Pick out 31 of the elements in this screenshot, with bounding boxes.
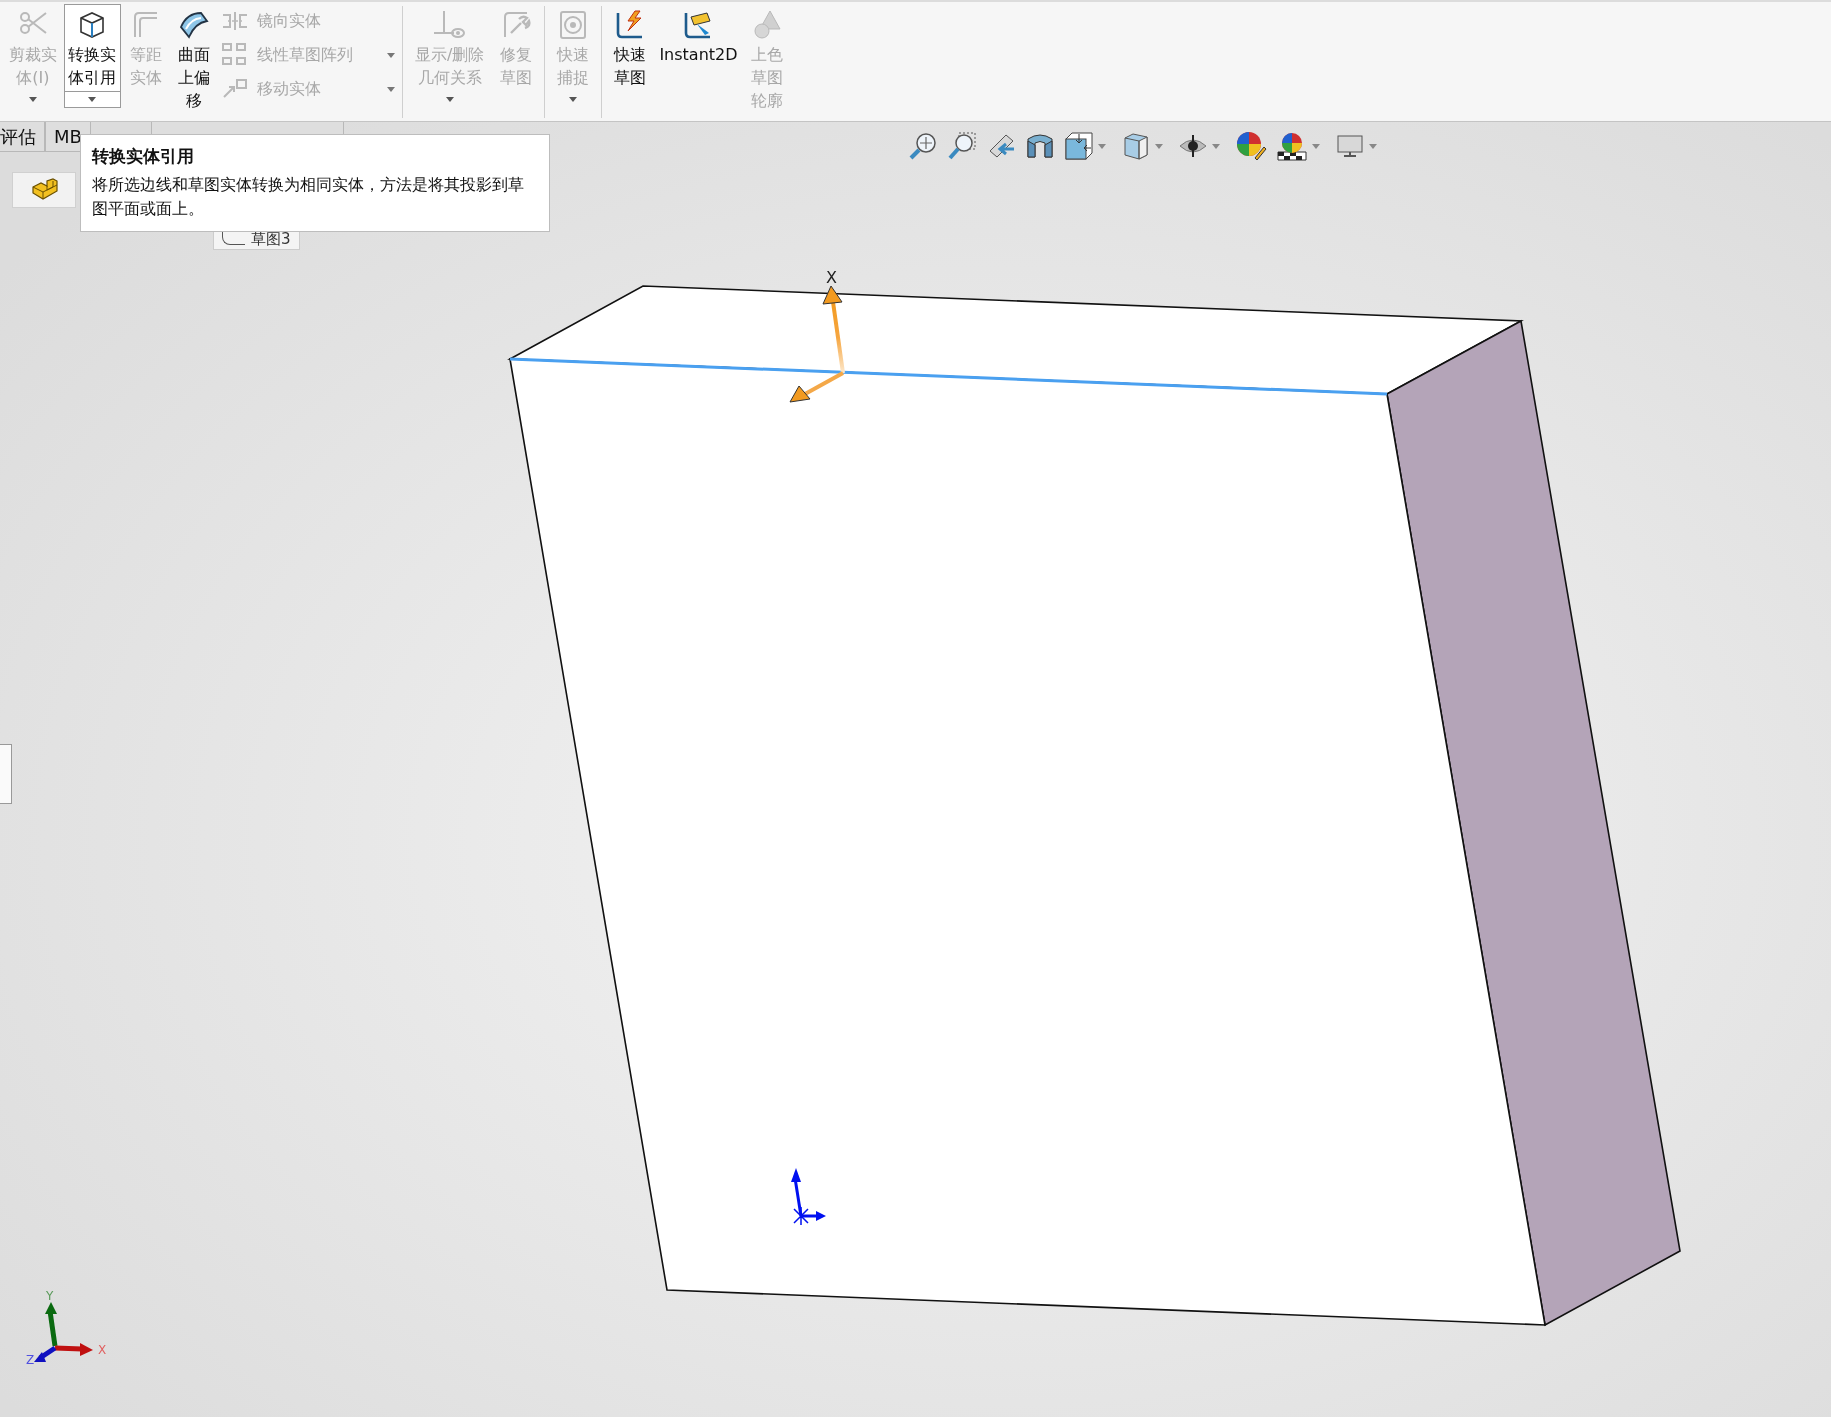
toolbar-button[interactable]: 快速草图 bbox=[608, 5, 653, 91]
axis-label: X bbox=[826, 268, 837, 287]
caret-icon[interactable] bbox=[1369, 143, 1377, 149]
view-orientation-icon[interactable] bbox=[1064, 131, 1094, 161]
caret-icon bbox=[28, 96, 37, 102]
tooltip-text: 将所选边线和草图实体转换为相同实体，方法是将其投影到草图平面或面上。 bbox=[92, 174, 525, 220]
toolbar-button[interactable]: 曲面上偏移 bbox=[172, 5, 217, 114]
caret-icon[interactable] bbox=[1155, 143, 1163, 149]
caret-icon bbox=[88, 97, 97, 102]
origin-icon bbox=[791, 1168, 826, 1226]
breadcrumb[interactable] bbox=[12, 172, 76, 208]
axis-label: X bbox=[98, 1343, 107, 1357]
zoom-to-fit-icon[interactable] bbox=[908, 131, 938, 161]
caret-icon[interactable] bbox=[1212, 143, 1220, 149]
mirror-icon bbox=[221, 10, 250, 32]
toolbar-button[interactable]: Instant2D bbox=[656, 5, 741, 68]
panel-handle[interactable] bbox=[0, 744, 12, 804]
axis-label: Z bbox=[26, 1353, 35, 1367]
appearance-icon[interactable] bbox=[1235, 130, 1267, 162]
caret-icon bbox=[569, 96, 578, 102]
caret-icon bbox=[445, 96, 454, 102]
zoom-area-icon[interactable] bbox=[947, 131, 977, 161]
caret-icon[interactable] bbox=[1312, 143, 1320, 149]
section-view-icon[interactable] bbox=[1025, 131, 1055, 161]
triad-drawing bbox=[34, 1302, 93, 1362]
move-icon bbox=[221, 78, 250, 100]
caret-icon[interactable] bbox=[1098, 143, 1106, 149]
axis-label: Y bbox=[46, 1289, 54, 1303]
scene-icon[interactable] bbox=[1276, 130, 1308, 162]
tab[interactable]: 评估 bbox=[0, 122, 45, 152]
tooltip-title: 转换实体引用 bbox=[92, 145, 195, 168]
